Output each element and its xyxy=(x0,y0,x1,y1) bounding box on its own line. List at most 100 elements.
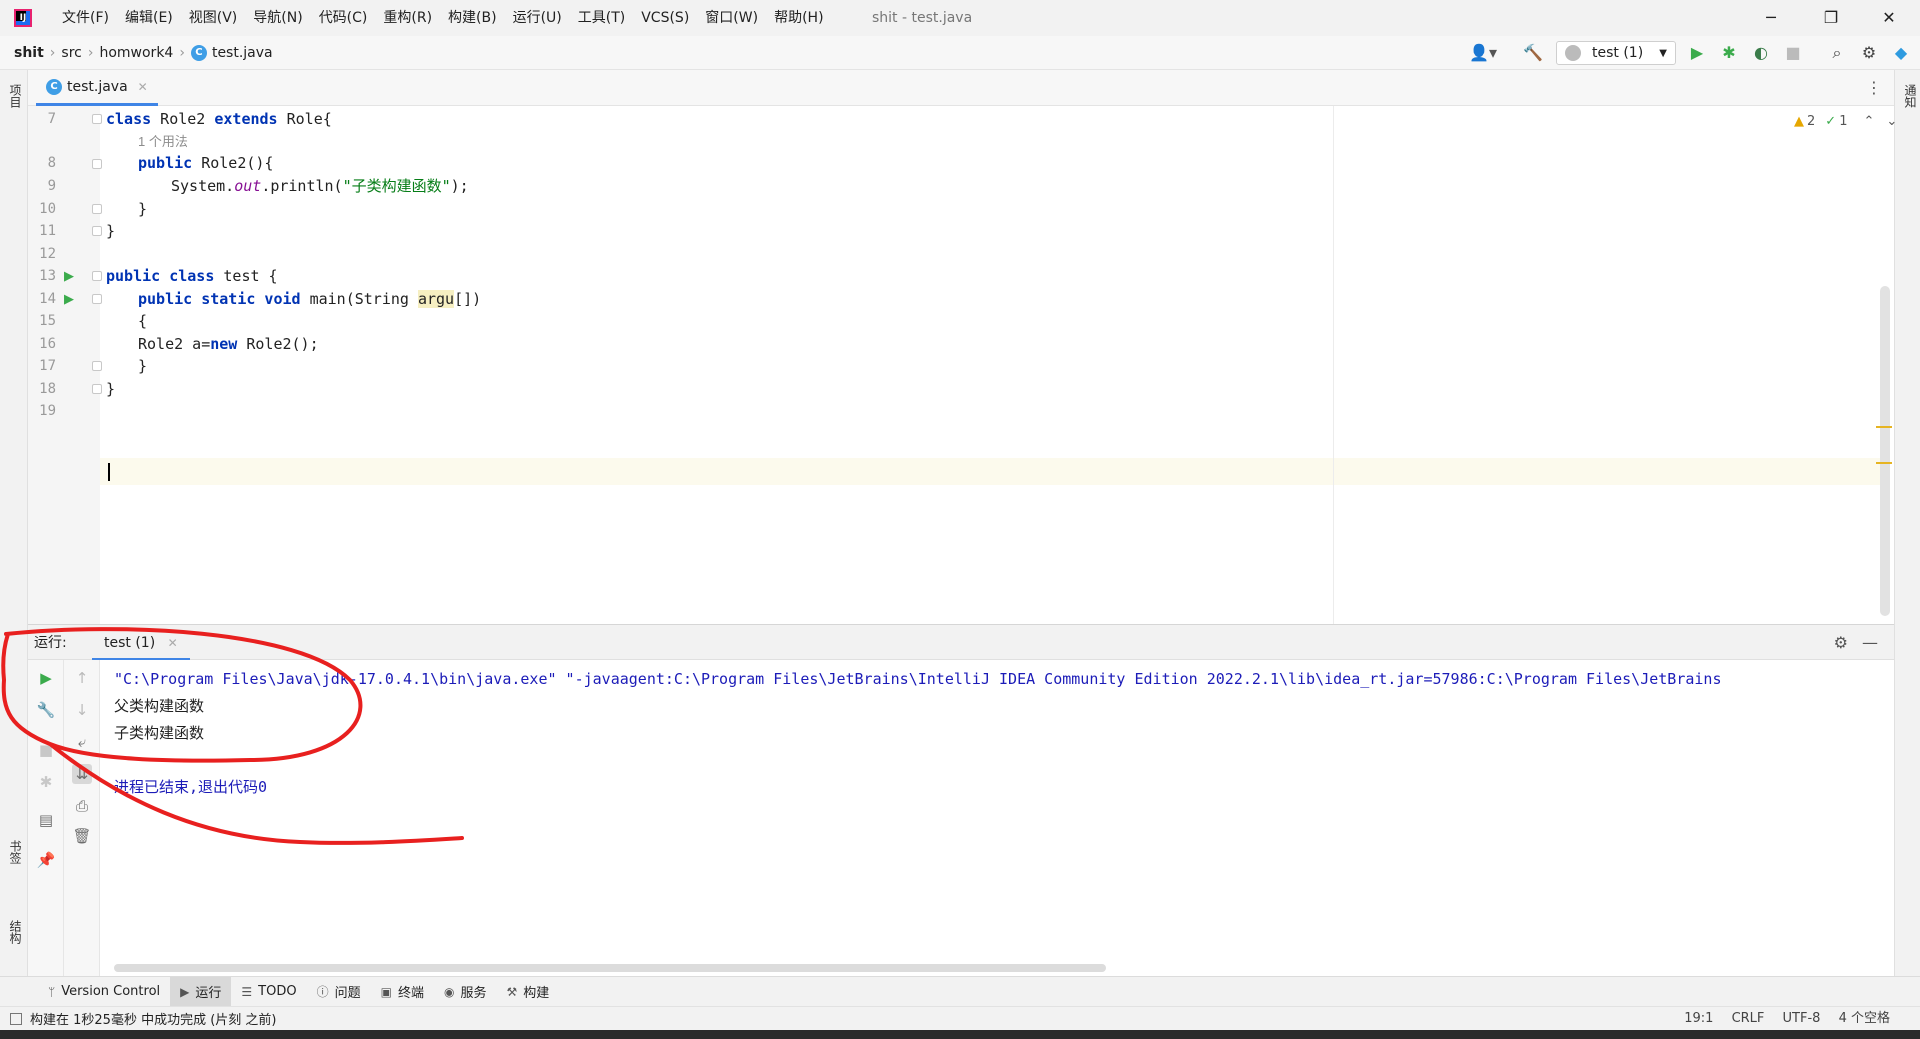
menu-navigate[interactable]: 导航(N) xyxy=(245,0,310,36)
menu-code[interactable]: 代码(C) xyxy=(311,0,376,36)
jetbrains-toolbox-icon[interactable]: ◆ xyxy=(1888,36,1914,70)
menu-tools[interactable]: 工具(T) xyxy=(570,0,633,36)
close-window-button[interactable]: ✕ xyxy=(1866,0,1912,36)
menu-edit[interactable]: 编辑(E) xyxy=(117,0,181,36)
console-horizontal-scrollbar[interactable] xyxy=(114,964,1106,972)
menu-file[interactable]: 文件(F) xyxy=(54,0,117,36)
intellij-logo-icon[interactable]: IJ xyxy=(14,9,32,27)
code-text: Role2(); xyxy=(237,335,319,353)
bookmarks-panel-button[interactable]: 书签 xyxy=(4,840,24,864)
run-tab-label: test (1) xyxy=(104,635,156,651)
coverage-icon[interactable]: ◐ xyxy=(1748,36,1774,70)
breadcrumb-src[interactable]: src xyxy=(61,45,81,61)
menu-run[interactable]: 运行(U) xyxy=(505,0,570,36)
debug-icon[interactable]: ✱ xyxy=(36,772,56,792)
stop-icon[interactable]: ■ xyxy=(36,740,56,760)
breadcrumb-project[interactable]: shit xyxy=(14,45,44,61)
previous-highlight-icon[interactable]: ⌃ xyxy=(1863,114,1874,129)
layout-icon[interactable]: ▤ xyxy=(36,810,56,830)
run-class-gutter-icon[interactable]: ▶ xyxy=(64,270,78,284)
hammer-icon: ⚒ xyxy=(506,984,518,999)
settings-gear-icon[interactable]: ⚙ xyxy=(1834,625,1848,661)
minimize-button[interactable]: ─ xyxy=(1748,0,1794,36)
settings-gear-icon[interactable]: ⚙ xyxy=(1856,36,1882,70)
menu-refactor[interactable]: 重构(R) xyxy=(375,0,440,36)
fold-icon[interactable] xyxy=(92,294,102,304)
stop-icon[interactable]: ■ xyxy=(1780,36,1806,70)
fold-icon[interactable] xyxy=(92,226,102,236)
notifications-panel-button[interactable]: 通知 xyxy=(1899,84,1919,108)
indent-setting[interactable]: 4 个空格 xyxy=(1839,1011,1890,1026)
trash-icon[interactable]: 🗑 xyxy=(72,826,92,846)
breadcrumb-file[interactable]: test.java xyxy=(212,45,273,61)
print-icon[interactable]: ⎙ xyxy=(72,796,92,816)
pin-icon[interactable]: 📌 xyxy=(36,850,56,870)
fold-icon[interactable] xyxy=(92,114,102,124)
build-label: 构建 xyxy=(523,986,550,1001)
structure-panel-button[interactable]: 结构 xyxy=(4,920,24,944)
terminal-button[interactable]: ▣ 终端 xyxy=(371,977,434,1007)
keyword: class xyxy=(106,110,152,128)
account-icon[interactable]: 👤▾ xyxy=(1466,36,1500,70)
java-class-icon: C xyxy=(190,44,207,61)
breadcrumb-package[interactable]: homwork4 xyxy=(99,45,173,61)
services-button[interactable]: ◉ 服务 xyxy=(434,977,497,1007)
menu-window[interactable]: 窗口(W) xyxy=(697,0,766,36)
menu-help[interactable]: 帮助(H) xyxy=(766,0,831,36)
build-hammer-icon[interactable]: 🔨 xyxy=(1520,36,1546,70)
run-icon[interactable]: ▶ xyxy=(1684,36,1710,70)
build-button[interactable]: ⚒ 构建 xyxy=(496,977,559,1007)
caret-position[interactable]: 19:1 xyxy=(1684,1011,1713,1026)
project-panel-button[interactable]: 项目 xyxy=(4,84,24,108)
fold-icon[interactable] xyxy=(92,159,102,169)
run-main-gutter-icon[interactable]: ▶ xyxy=(64,293,78,307)
tab-test-java[interactable]: C test.java ✕ xyxy=(36,70,158,106)
code-text: ); xyxy=(450,177,469,195)
run-panel-button[interactable]: ▶ 运行 xyxy=(170,976,232,1007)
code-line: } xyxy=(138,200,148,218)
fold-icon[interactable] xyxy=(92,384,102,394)
code-editor[interactable]: 7 8 9 10 11 12 13 14 15 16 17 18 19 ▶ ▶ … xyxy=(28,106,1897,624)
scroll-to-end-icon[interactable]: ⇊ xyxy=(72,764,92,784)
close-icon[interactable]: ✕ xyxy=(168,636,178,650)
file-encoding[interactable]: UTF-8 xyxy=(1783,1011,1821,1026)
console-output[interactable]: "C:\Program Files\Java\jdk-17.0.4.1\bin\… xyxy=(100,660,1894,976)
fold-icon[interactable] xyxy=(92,204,102,214)
menu-view[interactable]: 视图(V) xyxy=(181,0,246,36)
run-panel-label: 运行 xyxy=(195,986,222,1001)
chevron-right-icon: › xyxy=(49,44,56,61)
next-highlight-icon[interactable]: ⌄ xyxy=(1886,114,1897,129)
code-text: .println( xyxy=(261,177,343,195)
warning-stripe-mark[interactable] xyxy=(1876,462,1892,464)
toggle-tool-windows-icon[interactable] xyxy=(10,1012,22,1025)
problems-button[interactable]: ⓘ 问题 xyxy=(307,977,371,1007)
fold-icon[interactable] xyxy=(92,361,102,371)
menu-build[interactable]: 构建(B) xyxy=(440,0,505,36)
close-icon[interactable]: ✕ xyxy=(138,80,148,94)
run-configuration-select[interactable]: test (1) ▼ xyxy=(1556,41,1676,65)
soft-wrap-icon[interactable]: ⤶ xyxy=(72,732,92,752)
code-area[interactable]: class Role2 extends Role{ 1 个用法 public R… xyxy=(106,106,1886,624)
warning-stripe-mark[interactable] xyxy=(1876,426,1892,428)
version-control-button[interactable]: ᛘ Version Control xyxy=(38,977,170,1007)
more-options-icon[interactable]: ⋮ xyxy=(1866,70,1882,106)
rerun-icon[interactable]: ▶ xyxy=(36,668,56,688)
down-arrow-icon[interactable]: ↓ xyxy=(72,700,92,720)
status-message[interactable]: 构建在 1秒25毫秒 中成功完成 (片刻 之前) xyxy=(30,1009,277,1028)
inspection-widget[interactable]: ▲ 2 ✓ 1 ⌃ ⌄ xyxy=(1794,114,1897,129)
todo-button[interactable]: ☰ TODO xyxy=(231,977,306,1007)
debug-icon[interactable]: ✱ xyxy=(1716,36,1742,70)
maximize-button[interactable]: ❐ xyxy=(1808,0,1854,36)
chevron-right-icon: › xyxy=(87,44,94,61)
search-icon[interactable]: ⌕ xyxy=(1824,36,1850,70)
up-arrow-icon[interactable]: ↑ xyxy=(72,668,92,688)
run-tab-test[interactable]: test (1) ✕ xyxy=(92,625,190,661)
hide-panel-icon[interactable]: — xyxy=(1862,625,1878,661)
line-separator[interactable]: CRLF xyxy=(1732,1011,1765,1026)
editor-scrollbar[interactable] xyxy=(1880,286,1890,616)
typo-check-icon: ✓ xyxy=(1825,114,1837,129)
usage-hint-text: 1 个用法 xyxy=(138,134,188,149)
fold-icon[interactable] xyxy=(92,271,102,281)
edit-config-wrench-icon[interactable]: 🔧 xyxy=(36,700,56,720)
menu-vcs[interactable]: VCS(S) xyxy=(633,0,697,36)
